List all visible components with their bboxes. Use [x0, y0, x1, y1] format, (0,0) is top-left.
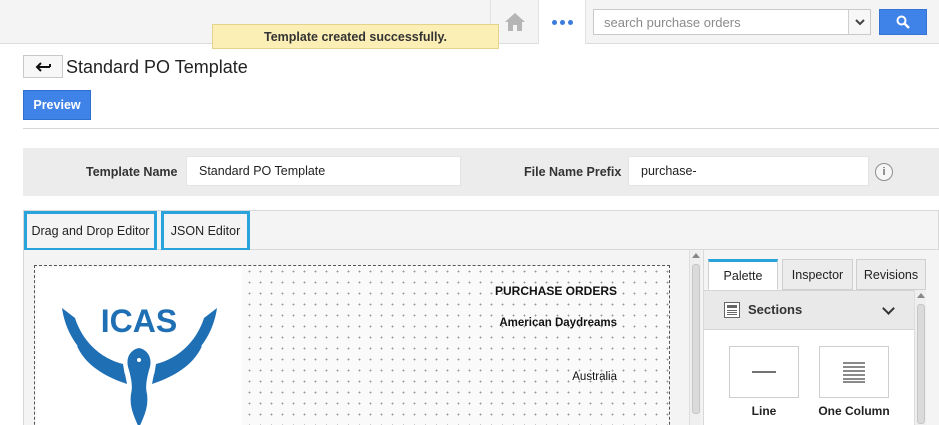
divider — [23, 128, 939, 129]
search-button[interactable] — [879, 9, 927, 35]
search-box — [593, 9, 871, 35]
search-icon — [896, 15, 910, 29]
company-country[interactable]: Australia — [572, 371, 617, 383]
po-heading[interactable]: PURCHASE ORDERS — [495, 284, 617, 298]
scroll-up-icon[interactable] — [917, 293, 925, 298]
side-panel: Palette Inspector Revisions Sections Lin… — [703, 250, 939, 425]
preview-button[interactable]: Preview — [23, 90, 91, 120]
line-icon — [752, 371, 776, 373]
chevron-down-icon[interactable] — [882, 302, 895, 315]
back-button[interactable] — [23, 55, 63, 78]
sections-header[interactable]: Sections — [704, 290, 914, 330]
page-title: Standard PO Template — [66, 57, 248, 77]
home-icon — [504, 13, 525, 31]
sections-icon — [724, 302, 740, 318]
tab-inspector[interactable]: Inspector — [782, 259, 853, 290]
company-name[interactable]: American Daydreams — [499, 317, 617, 329]
template-name-label: Template Name — [86, 165, 178, 179]
template-settings-form: Template Name File Name Prefix i — [23, 148, 939, 196]
logo-text: ICAS — [101, 303, 177, 339]
success-toast: Template created successfully. — [212, 24, 499, 49]
palette-items: Line One Column — [704, 330, 914, 425]
scrollbar-thumb[interactable] — [917, 304, 925, 424]
editor-canvas-area: ICAS PURCHASE ORDERS American Daydreams … — [23, 250, 703, 425]
search-scope-dropdown[interactable] — [848, 10, 870, 34]
palette-item-line[interactable] — [729, 346, 799, 398]
one-column-icon — [843, 362, 865, 383]
chevron-down-icon — [854, 18, 865, 25]
search-input[interactable] — [594, 10, 848, 34]
more-dots-icon — [551, 19, 573, 25]
editor-tabs: Drag and Drop Editor JSON Editor — [23, 210, 939, 251]
canvas-scrollbar[interactable] — [689, 250, 701, 425]
file-name-prefix-input[interactable] — [628, 156, 869, 186]
palette-item-one-column[interactable] — [819, 346, 889, 398]
info-icon[interactable]: i — [875, 163, 893, 181]
template-name-input[interactable] — [186, 156, 461, 186]
scroll-up-icon[interactable] — [692, 253, 700, 258]
scrollbar-thumb[interactable] — [692, 264, 700, 414]
tab-json-editor[interactable]: JSON Editor — [161, 211, 250, 251]
sections-title: Sections — [748, 302, 803, 317]
eagle-logo-icon: ICAS — [62, 303, 217, 425]
back-arrow-icon — [35, 61, 51, 72]
palette-item-one-column-label: One Column — [818, 404, 890, 418]
more-button[interactable] — [538, 0, 586, 44]
file-name-prefix-label: File Name Prefix — [524, 165, 622, 179]
tab-revisions[interactable]: Revisions — [856, 259, 926, 290]
template-canvas[interactable]: ICAS PURCHASE ORDERS American Daydreams … — [34, 265, 670, 425]
tab-palette[interactable]: Palette — [708, 259, 778, 290]
tab-drag-and-drop-editor[interactable]: Drag and Drop Editor — [24, 211, 157, 251]
palette-item-line-label: Line — [751, 404, 777, 418]
palette-scrollbar[interactable] — [914, 290, 926, 425]
company-logo[interactable]: ICAS — [37, 268, 242, 425]
